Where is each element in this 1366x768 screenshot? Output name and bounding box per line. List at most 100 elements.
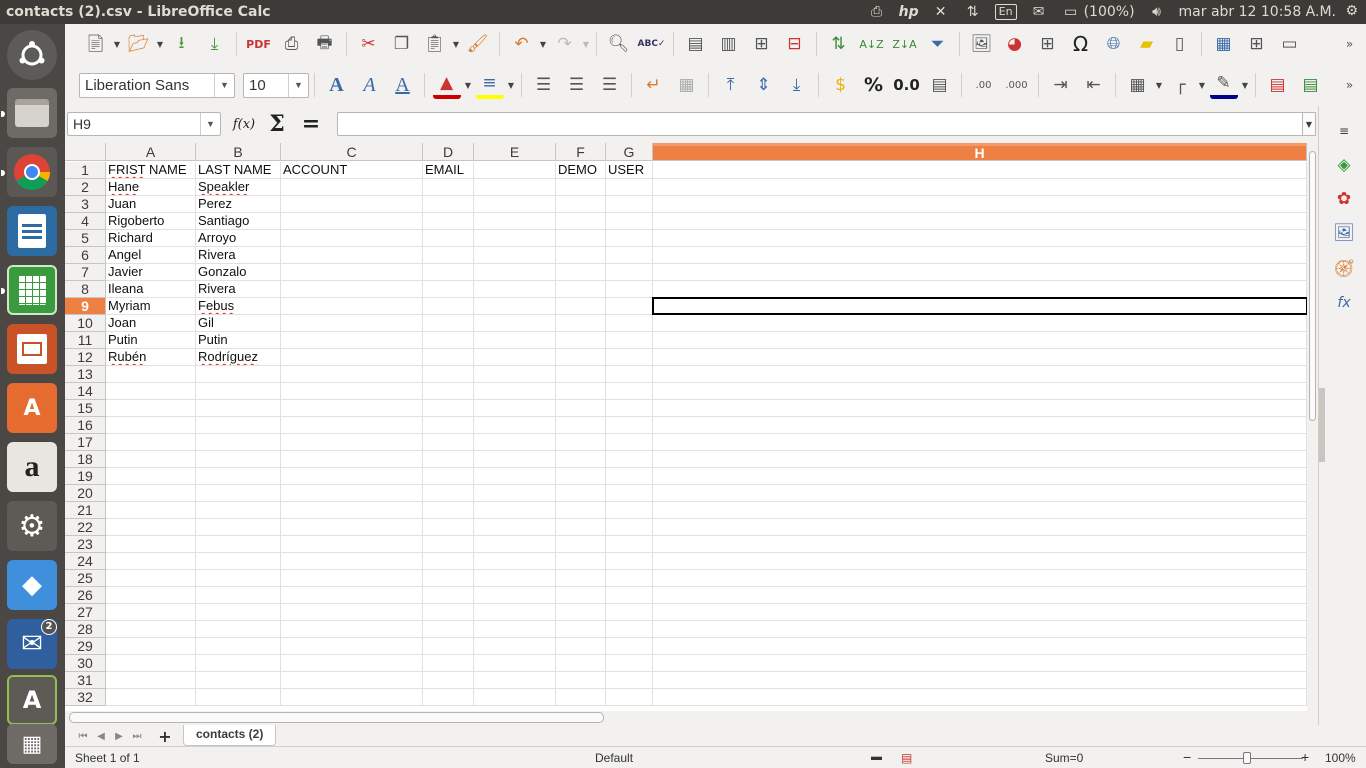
cell[interactable] [653, 179, 1307, 196]
cell[interactable] [606, 264, 653, 281]
cell[interactable] [556, 672, 606, 689]
keyboard-layout-indicator[interactable]: En [994, 4, 1017, 20]
row-header[interactable]: 2 [65, 179, 106, 196]
row-header[interactable]: 20 [65, 485, 106, 502]
dash-home-icon[interactable] [7, 30, 57, 80]
cell[interactable] [474, 264, 556, 281]
row-header[interactable]: 19 [65, 468, 106, 485]
cell[interactable] [606, 638, 653, 655]
row-header[interactable]: 13 [65, 366, 106, 383]
cell[interactable] [474, 247, 556, 264]
cell[interactable] [474, 332, 556, 349]
cell[interactable] [606, 383, 653, 400]
row-header[interactable]: 25 [65, 570, 106, 587]
cell[interactable] [556, 689, 606, 706]
font-color-dropdown-arrow[interactable]: ▼ [463, 71, 473, 99]
print-icon[interactable]: ⎙ [278, 30, 306, 58]
cell[interactable] [556, 536, 606, 553]
bold-icon[interactable]: A [323, 71, 351, 99]
cell[interactable] [606, 332, 653, 349]
cell[interactable] [423, 281, 474, 298]
cell[interactable] [106, 451, 196, 468]
cell[interactable] [281, 400, 423, 417]
sort-icon[interactable]: ⇅ [825, 30, 853, 58]
cell[interactable]: Perez [196, 196, 281, 213]
cell[interactable] [606, 451, 653, 468]
cell[interactable] [556, 502, 606, 519]
cell[interactable] [423, 264, 474, 281]
cell[interactable] [653, 366, 1307, 383]
define-print-area-icon[interactable]: ▦ [1210, 30, 1238, 58]
cell[interactable] [556, 247, 606, 264]
cell[interactable]: Arroyo [196, 230, 281, 247]
column-header[interactable]: F [556, 143, 606, 161]
cell[interactable] [106, 621, 196, 638]
cell[interactable] [606, 349, 653, 366]
cell[interactable] [653, 621, 1307, 638]
copy-icon[interactable]: ❐ [388, 30, 416, 58]
cell[interactable] [474, 689, 556, 706]
cell[interactable] [281, 417, 423, 434]
cell[interactable] [556, 434, 606, 451]
cell[interactable] [106, 417, 196, 434]
cell[interactable] [474, 400, 556, 417]
column-header[interactable]: D [423, 143, 474, 161]
row-header[interactable]: 17 [65, 434, 106, 451]
row-header[interactable]: 16 [65, 417, 106, 434]
cell[interactable] [556, 349, 606, 366]
percent-icon[interactable]: % [860, 71, 888, 99]
cell[interactable] [106, 587, 196, 604]
cell[interactable] [281, 349, 423, 366]
cell[interactable] [556, 468, 606, 485]
cell[interactable] [106, 689, 196, 706]
row-header[interactable]: 31 [65, 672, 106, 689]
cell[interactable] [606, 230, 653, 247]
cell[interactable] [556, 281, 606, 298]
row-header[interactable]: 22 [65, 519, 106, 536]
gallery-icon[interactable]: 🖼︎ [1331, 220, 1357, 246]
cell[interactable] [653, 298, 1307, 315]
cell[interactable]: Joan [106, 315, 196, 332]
cell[interactable] [556, 196, 606, 213]
zoom-in-button[interactable]: + [1301, 749, 1309, 765]
cell[interactable] [606, 536, 653, 553]
function-wizard-button[interactable]: f(x) [231, 112, 257, 136]
cell[interactable]: Rivera [196, 281, 281, 298]
cell[interactable]: Gonzalo [196, 264, 281, 281]
toolbar2-overflow-icon[interactable]: » [1336, 71, 1364, 99]
cell[interactable] [606, 655, 653, 672]
cell[interactable] [196, 366, 281, 383]
cell[interactable] [474, 281, 556, 298]
row-header[interactable]: 4 [65, 213, 106, 230]
freeze-rows-columns-icon[interactable]: ⊞ [1243, 30, 1271, 58]
files-icon[interactable] [7, 88, 57, 138]
cell[interactable] [474, 230, 556, 247]
borders-icon[interactable]: ▦ [1124, 71, 1152, 99]
cell[interactable] [653, 536, 1307, 553]
paste-dropdown-arrow[interactable]: ▼ [451, 30, 461, 58]
cell[interactable] [556, 213, 606, 230]
dropbox-icon[interactable]: ✕ [931, 4, 951, 20]
cell[interactable] [423, 400, 474, 417]
align-left-icon[interactable]: ☰ [530, 71, 558, 99]
cell[interactable] [556, 417, 606, 434]
undo-icon[interactable]: ↶ [508, 30, 536, 58]
cell[interactable] [281, 468, 423, 485]
cell[interactable] [106, 400, 196, 417]
cell[interactable] [653, 502, 1307, 519]
cell[interactable] [474, 621, 556, 638]
cell[interactable] [423, 213, 474, 230]
font-size-dropdown-icon[interactable]: ▼ [288, 73, 308, 97]
cell[interactable] [281, 553, 423, 570]
thunderbird-icon[interactable]: ✉ 2 [7, 619, 57, 669]
delete-rows-icon[interactable]: ⊟ [781, 30, 809, 58]
cell[interactable] [281, 298, 423, 315]
align-bottom-icon[interactable]: ⤓ [783, 71, 811, 99]
document-modified-icon[interactable]: ▤ [901, 751, 912, 765]
date-format-icon[interactable]: ▤ [926, 71, 954, 99]
cell[interactable] [106, 536, 196, 553]
cell[interactable] [556, 298, 606, 315]
clone-formatting-icon[interactable]: 🖌︎ [464, 30, 492, 58]
cell[interactable] [423, 638, 474, 655]
insert-rows-icon[interactable]: ⊞ [748, 30, 776, 58]
